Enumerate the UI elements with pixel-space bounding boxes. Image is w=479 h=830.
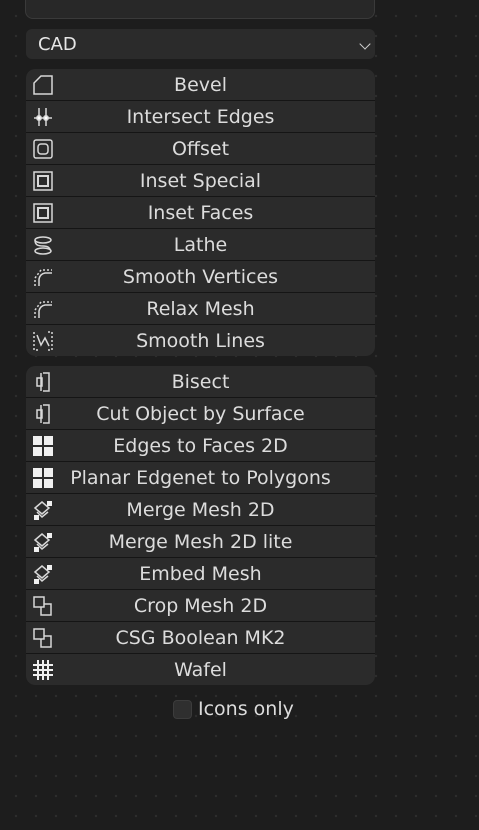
node-label: Lathe (173, 233, 228, 256)
node-label: CSG Boolean MK2 (115, 626, 286, 649)
wafel-icon (32, 659, 54, 681)
smooth-vertices-icon (32, 266, 54, 288)
node-button-lathe[interactable]: Lathe (26, 229, 375, 260)
node-button-edges-to-faces-2d[interactable]: Edges to Faces 2D (26, 430, 375, 461)
node-button-planar-edgenet-to-polygons[interactable]: Planar Edgenet to Polygons (26, 462, 375, 493)
node-label: Bevel (174, 73, 227, 96)
node-button-bevel[interactable]: Bevel (26, 69, 375, 100)
node-label: Cut Object by Surface (96, 402, 305, 425)
node-label: Crop Mesh 2D (133, 594, 268, 617)
node-button-merge-mesh-2d-lite[interactable]: Merge Mesh 2D lite (26, 526, 375, 557)
node-button-relax-mesh[interactable]: Relax Mesh (26, 293, 375, 324)
relax-mesh-icon (32, 298, 54, 320)
node-button-embed-mesh[interactable]: Embed Mesh (26, 558, 375, 589)
cut-object-icon (32, 403, 54, 425)
node-button-merge-mesh-2d[interactable]: Merge Mesh 2D (26, 494, 375, 525)
node-group-cad-2: Bisect Cut Object by Surface Edges to Fa… (26, 366, 375, 685)
node-label: Embed Mesh (139, 562, 262, 585)
intersect-edges-icon (32, 106, 54, 128)
icons-only-checkbox[interactable] (173, 699, 192, 719)
node-button-bisect[interactable]: Bisect (26, 366, 375, 397)
inset-special-icon (32, 170, 54, 192)
bevel-icon (32, 74, 54, 96)
node-button-inset-faces[interactable]: Inset Faces (26, 197, 375, 228)
node-label: Inset Faces (147, 201, 254, 224)
node-label: Offset (171, 137, 230, 160)
inset-faces-icon (32, 202, 54, 224)
node-button-offset[interactable]: Offset (26, 133, 375, 164)
node-label: Intersect Edges (126, 105, 275, 128)
offset-icon (32, 138, 54, 160)
merge-mesh-icon (32, 499, 54, 521)
node-button-smooth-vertices[interactable]: Smooth Vertices (26, 261, 375, 292)
node-button-wafel[interactable]: Wafel (26, 654, 375, 685)
chevron-down-icon (359, 38, 371, 50)
edges-to-faces-icon (32, 435, 54, 457)
node-label: Bisect (171, 370, 230, 393)
node-button-smooth-lines[interactable]: Smooth Lines (26, 325, 375, 356)
planar-edgenet-icon (32, 467, 54, 489)
csg-boolean-icon (32, 627, 54, 649)
node-label: Wafel (174, 658, 227, 681)
node-label: Smooth Lines (136, 329, 265, 352)
crop-mesh-icon (32, 595, 54, 617)
bisect-icon (32, 371, 54, 393)
icons-only-label: Icons only (198, 698, 294, 720)
node-button-crop-mesh-2d[interactable]: Crop Mesh 2D (26, 590, 375, 621)
category-dropdown[interactable]: CAD (26, 29, 375, 59)
node-label: Planar Edgenet to Polygons (70, 466, 331, 489)
icons-only-toggle[interactable]: Icons only (173, 698, 294, 720)
node-label: Merge Mesh 2D (126, 498, 275, 521)
node-label: Merge Mesh 2D lite (108, 530, 293, 553)
embed-mesh-icon (32, 563, 54, 585)
node-button-intersect-edges[interactable]: Intersect Edges (26, 101, 375, 132)
node-button-inset-special[interactable]: Inset Special (26, 165, 375, 196)
smooth-lines-icon (32, 330, 54, 352)
node-button-cut-object-by-surface[interactable]: Cut Object by Surface (26, 398, 375, 429)
node-label: Smooth Vertices (122, 265, 279, 288)
node-label: Relax Mesh (146, 297, 255, 320)
node-label: Edges to Faces 2D (113, 434, 288, 457)
node-group-cad-1: Bevel Intersect Edges Offset Inset Speci… (26, 69, 375, 356)
search-field[interactable] (25, 0, 375, 19)
node-label: Inset Special (139, 169, 262, 192)
node-button-csg-boolean-mk2[interactable]: CSG Boolean MK2 (26, 622, 375, 653)
merge-mesh-lite-icon (32, 531, 54, 553)
category-dropdown-value: CAD (38, 33, 77, 55)
lathe-icon (32, 234, 54, 256)
